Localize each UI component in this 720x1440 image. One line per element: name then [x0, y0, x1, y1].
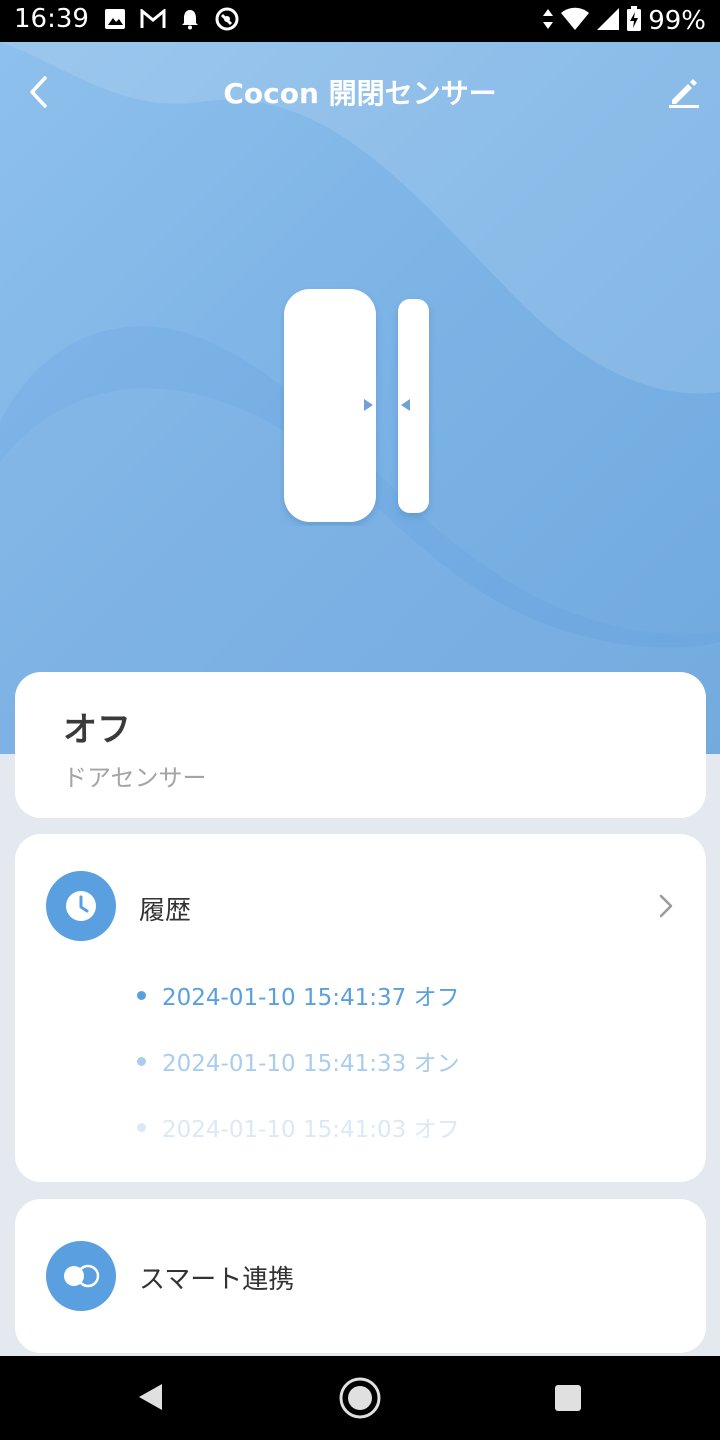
smart-link-label: スマート連携 — [139, 1265, 295, 1295]
history-list: 2024-01-10 15:41:37 オフ 2024-01-10 15:41:… — [137, 962, 677, 1160]
device-hero: Cocon 開閉センサー — [0, 42, 720, 754]
sync-icon — [214, 6, 240, 36]
clock-icon — [66, 891, 96, 921]
history-entry-text: 2024-01-10 15:41:37 オフ — [162, 985, 460, 1011]
history-card[interactable]: 履歴 2024-01-10 15:41:37 オフ 2024-01-10 15:… — [15, 834, 706, 1182]
wifi-icon — [560, 7, 590, 35]
nav-back-icon[interactable] — [136, 1382, 166, 1416]
edit-button[interactable] — [666, 72, 702, 112]
status-bar: 16:39 99% — [0, 0, 720, 42]
smart-link-card[interactable]: スマート連携 — [15, 1199, 706, 1353]
gmail-icon — [140, 7, 166, 33]
history-entry: 2024-01-10 15:41:33 オン — [137, 1028, 677, 1094]
image-icon — [104, 8, 126, 34]
chevron-right-icon — [659, 894, 673, 918]
history-entry-text: 2024-01-10 15:41:03 オフ — [162, 1117, 460, 1143]
device-type: ドアセンサー — [63, 764, 207, 792]
history-open-button[interactable] — [654, 890, 678, 922]
history-icon-badge — [46, 871, 116, 941]
bell-icon — [180, 8, 200, 34]
toggle-link-icon — [64, 1264, 100, 1288]
door-sensor-illustration — [284, 289, 429, 522]
device-state: オフ — [63, 710, 131, 750]
pencil-icon — [669, 79, 699, 108]
nav-recent-icon[interactable] — [555, 1385, 581, 1415]
nav-home-icon[interactable] — [338, 1376, 382, 1424]
smart-icon-badge — [46, 1241, 116, 1311]
status-left-icons — [104, 6, 240, 36]
battery-charging-icon — [626, 6, 642, 36]
history-entry: 2024-01-10 15:41:37 オフ — [137, 962, 677, 1028]
history-dot — [137, 990, 146, 1000]
history-entry: 2024-01-10 15:41:03 オフ — [137, 1094, 677, 1160]
history-label: 履歴 — [139, 896, 192, 926]
battery-percent: 99% — [648, 6, 706, 36]
status-right-icons: 99% — [542, 4, 706, 38]
page-title: Cocon 開閉センサー — [223, 77, 497, 110]
signal-icon — [596, 7, 620, 35]
system-nav-bar — [0, 1356, 720, 1440]
device-state-card: オフ ドアセンサー — [15, 672, 706, 818]
data-arrows-icon — [542, 8, 554, 34]
status-time: 16:39 — [14, 4, 89, 34]
history-dot — [137, 1056, 146, 1066]
history-dot — [137, 1122, 146, 1132]
history-entry-text: 2024-01-10 15:41:33 オン — [162, 1051, 460, 1077]
